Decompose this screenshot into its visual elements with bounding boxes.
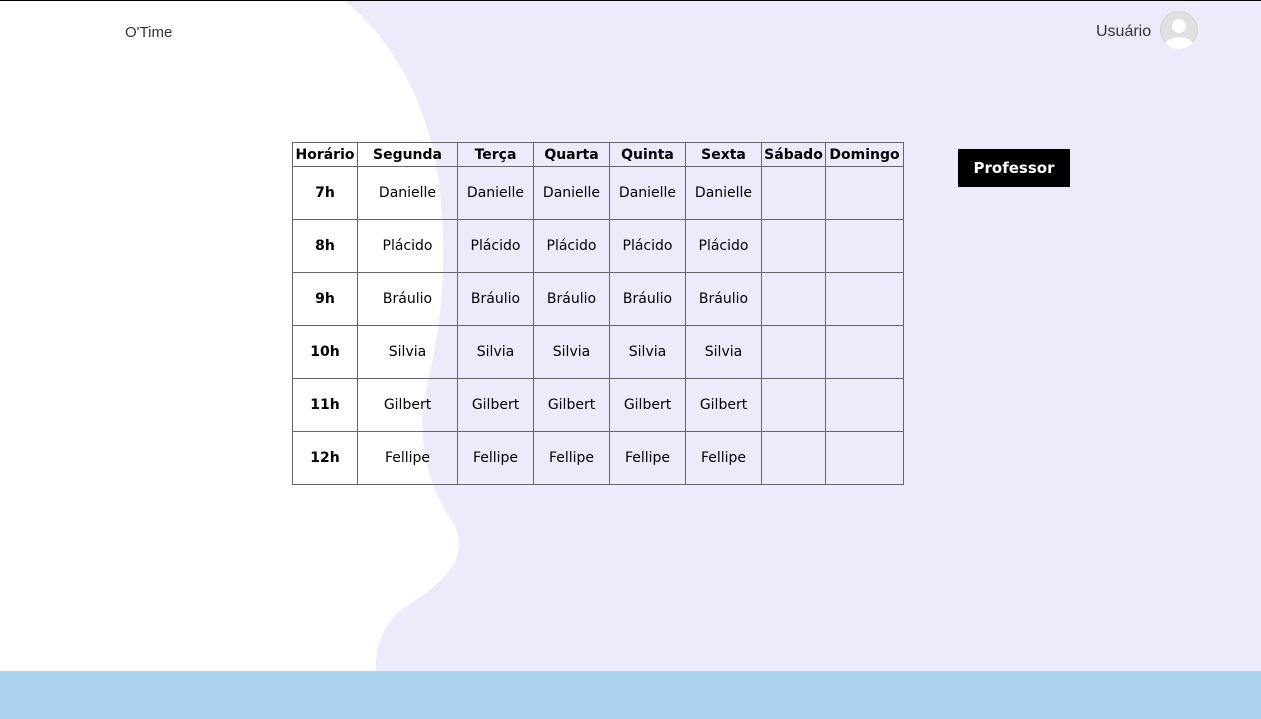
schedule-cell[interactable]: Danielle xyxy=(685,166,762,220)
schedule-cell[interactable]: Silvia xyxy=(357,325,458,379)
footer-bar xyxy=(0,671,1261,719)
schedule-cell[interactable]: Gilbert xyxy=(357,378,458,432)
table-header-row: Horário Segunda Terça Quarta Quinta Sext… xyxy=(292,142,904,167)
schedule-cell[interactable]: Fellipe xyxy=(357,431,458,485)
schedule-cell[interactable] xyxy=(825,325,904,379)
schedule-cell[interactable]: Silvia xyxy=(533,325,610,379)
hour-cell: 9h xyxy=(292,272,358,326)
schedule-cell[interactable] xyxy=(761,166,826,220)
schedule-cell[interactable]: Plácido xyxy=(457,219,534,273)
schedule-cell[interactable]: Silvia xyxy=(457,325,534,379)
schedule-cell[interactable]: Bráulio xyxy=(685,272,762,326)
schedule-cell[interactable] xyxy=(761,325,826,379)
schedule-cell[interactable]: Fellipe xyxy=(533,431,610,485)
professor-button[interactable]: Professor xyxy=(958,149,1070,187)
header-sexta: Sexta xyxy=(685,142,762,167)
schedule-cell[interactable]: Danielle xyxy=(533,166,610,220)
schedule-cell[interactable]: Plácido xyxy=(357,219,458,273)
page: O'Time Usuário Horário Segunda Terça Qua… xyxy=(0,0,1261,719)
header-quarta: Quarta xyxy=(533,142,610,167)
schedule-cell[interactable]: Fellipe xyxy=(685,431,762,485)
hour-cell: 12h xyxy=(292,431,358,485)
schedule-cell[interactable] xyxy=(761,431,826,485)
table-row: 10h Silvia Silvia Silvia Silvia Silvia xyxy=(292,325,904,379)
schedule-cell[interactable]: Danielle xyxy=(357,166,458,220)
schedule-cell[interactable]: Gilbert xyxy=(457,378,534,432)
hour-cell: 7h xyxy=(292,166,358,220)
schedule-cell[interactable]: Gilbert xyxy=(533,378,610,432)
schedule-cell[interactable] xyxy=(761,378,826,432)
table-row: 9h Bráulio Bráulio Bráulio Bráulio Brául… xyxy=(292,272,904,326)
schedule-cell[interactable] xyxy=(761,219,826,273)
schedule-cell[interactable] xyxy=(825,378,904,432)
user-label: Usuário xyxy=(1096,23,1152,40)
header-horario: Horário xyxy=(292,142,358,167)
header-terca: Terça xyxy=(457,142,534,167)
schedule-cell[interactable] xyxy=(825,272,904,326)
schedule-cell[interactable]: Silvia xyxy=(685,325,762,379)
schedule-cell[interactable]: Bráulio xyxy=(609,272,686,326)
header-quinta: Quinta xyxy=(609,142,686,167)
schedule-cell[interactable]: Fellipe xyxy=(457,431,534,485)
header-segunda: Segunda xyxy=(357,142,458,167)
schedule-cell[interactable]: Silvia xyxy=(609,325,686,379)
header-domingo: Domingo xyxy=(825,142,904,167)
schedule-cell[interactable]: Plácido xyxy=(685,219,762,273)
schedule-cell[interactable]: Plácido xyxy=(533,219,610,273)
schedule-table: Horário Segunda Terça Quarta Quinta Sext… xyxy=(292,142,904,485)
schedule-cell[interactable]: Plácido xyxy=(609,219,686,273)
header-sabado: Sábado xyxy=(761,142,826,167)
schedule-cell[interactable]: Danielle xyxy=(457,166,534,220)
brand-logo-text[interactable]: O'Time xyxy=(125,24,172,41)
schedule-cell[interactable]: Danielle xyxy=(609,166,686,220)
table-row: 7h Danielle Danielle Danielle Danielle D… xyxy=(292,166,904,220)
schedule-cell[interactable]: Bráulio xyxy=(457,272,534,326)
schedule-cell[interactable]: Bráulio xyxy=(533,272,610,326)
table-row: 8h Plácido Plácido Plácido Plácido Pláci… xyxy=(292,219,904,273)
schedule-cell[interactable] xyxy=(825,431,904,485)
hour-cell: 11h xyxy=(292,378,358,432)
hour-cell: 10h xyxy=(292,325,358,379)
schedule-cell[interactable] xyxy=(825,219,904,273)
table-row: 12h Fellipe Fellipe Fellipe Fellipe Fell… xyxy=(292,431,904,485)
schedule-cell[interactable] xyxy=(761,272,826,326)
schedule-cell[interactable]: Bráulio xyxy=(357,272,458,326)
user-menu[interactable]: Usuário xyxy=(1096,11,1199,49)
user-avatar-icon[interactable] xyxy=(1160,11,1199,49)
schedule-cell[interactable]: Gilbert xyxy=(609,378,686,432)
table-row: 11h Gilbert Gilbert Gilbert Gilbert Gilb… xyxy=(292,378,904,432)
schedule-cell[interactable]: Fellipe xyxy=(609,431,686,485)
hour-cell: 8h xyxy=(292,219,358,273)
schedule-cell[interactable] xyxy=(825,166,904,220)
schedule-cell[interactable]: Gilbert xyxy=(685,378,762,432)
